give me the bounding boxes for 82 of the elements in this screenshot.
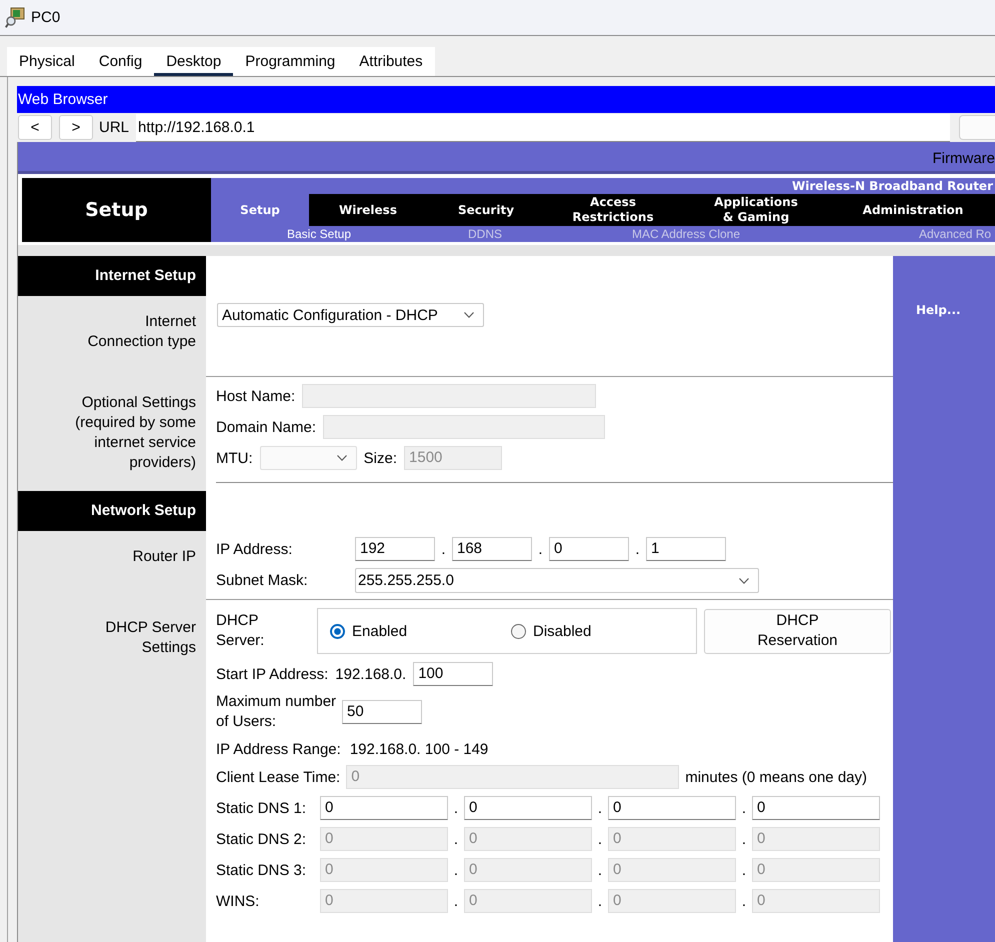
nav-tab[interactable]: Administration [831,194,995,226]
nav-tab[interactable]: Wireless [309,194,427,226]
sub-nav-link[interactable]: Basic Setup [286,227,352,241]
field-label: MTU: [216,450,253,466]
input-field[interactable]: 0 [464,796,592,820]
input-field[interactable]: 0 [320,796,448,820]
separator-text: . [740,830,748,848]
url-label: URL [99,119,130,136]
input-field[interactable]: 0 [752,796,880,820]
nav-tab[interactable]: Security [427,194,545,226]
separator-text: . [596,800,604,816]
url-field[interactable]: http://192.168.0.1 [136,114,950,142]
input-field[interactable]: 50 [342,700,422,724]
input-field[interactable]: 0 [549,537,629,561]
section-heading: Internet Setup [18,256,206,296]
browser-title-bar: Web Browser [17,86,995,113]
field-label: Static DNS 1: [216,800,308,816]
radio-button[interactable] [330,624,345,638]
tab[interactable]: Attributes [347,47,435,76]
field-label: WINS: [216,892,260,910]
field-label: Static DNS 3: [216,862,308,878]
page-title: Setup [22,178,211,242]
separator-text: . [596,862,604,878]
radio-button[interactable] [511,624,526,638]
computer-icon [5,7,25,28]
chevron-down-icon [336,455,347,461]
chevron-down-icon [739,578,749,584]
separator-text: . [740,800,748,816]
field-label: Maximum number of Users: [216,692,336,732]
input-field[interactable]: 1 [646,537,726,561]
chevron-down-icon [464,312,474,318]
input-field[interactable]: 100 [413,662,494,686]
nav-tab[interactable]: Access Restrictions [545,194,681,226]
help-link[interactable]: Help... [916,303,961,317]
toolbar-button[interactable] [959,115,995,140]
tab[interactable]: Desktop [154,47,234,76]
separator-text: . [537,540,544,558]
field-label: DHCP Server Settings [18,600,206,942]
field-label: Optional Settings (required by some internet service providers) [18,377,206,491]
forward-button[interactable]: > [59,115,93,140]
separator-text: . [596,892,604,910]
tab[interactable]: Config [86,47,154,76]
separator-text: . [740,892,748,910]
field-label: Subnet Mask: [216,572,309,589]
dropdown[interactable]: 255.255.255.0 [355,568,759,593]
section-heading: Network Setup [18,491,206,531]
field-label: DHCP Server: [216,611,266,651]
separator-text: . [452,830,460,848]
field-suffix: minutes (0 means one day) [685,768,867,786]
ip-prefix: 192.168.0. [335,666,406,682]
radio-label[interactable]: Disabled [533,622,592,640]
field-label: Client Lease Time: [216,768,340,786]
radio-label[interactable]: Enabled [352,622,408,640]
tab[interactable]: Physical [7,47,87,76]
input-field[interactable]: 192 [355,537,435,561]
firmware-label: Firmware [932,150,995,166]
input-field[interactable]: 0 [608,796,736,820]
tab[interactable]: Programming [233,47,348,76]
separator-text: . [440,540,447,558]
field-label: Internet Connection type [18,296,206,377]
field-label: IP Address Range: [216,740,341,758]
field-label: Router IP [18,531,206,600]
separator-text: . [596,830,604,848]
field-label: Start IP Address: [216,666,328,682]
field-label: Domain Name: [216,418,316,436]
dropdown[interactable]: Automatic Configuration - DHCP [217,303,484,327]
field-label: IP Address: [216,540,294,558]
range-value: 192.168.0. 100 - 149 [350,740,488,758]
input-field[interactable]: 168 [452,537,532,561]
separator-text: . [452,892,460,910]
window-title: PC0 [31,9,60,26]
separator-text: . [634,540,641,558]
field-label: Static DNS 2: [216,830,308,848]
nav-tab[interactable]: Applications & Gaming [681,194,831,226]
field-label: Size: [364,450,398,466]
reservation-button[interactable]: DHCP Reservation [704,608,891,654]
product-name: Wireless-N Broadband Router [792,179,993,193]
separator-text: . [452,862,460,878]
back-button[interactable]: < [18,115,52,140]
separator-text: . [740,862,748,878]
field-label: Host Name: [216,388,296,404]
separator-text: . [452,800,460,816]
